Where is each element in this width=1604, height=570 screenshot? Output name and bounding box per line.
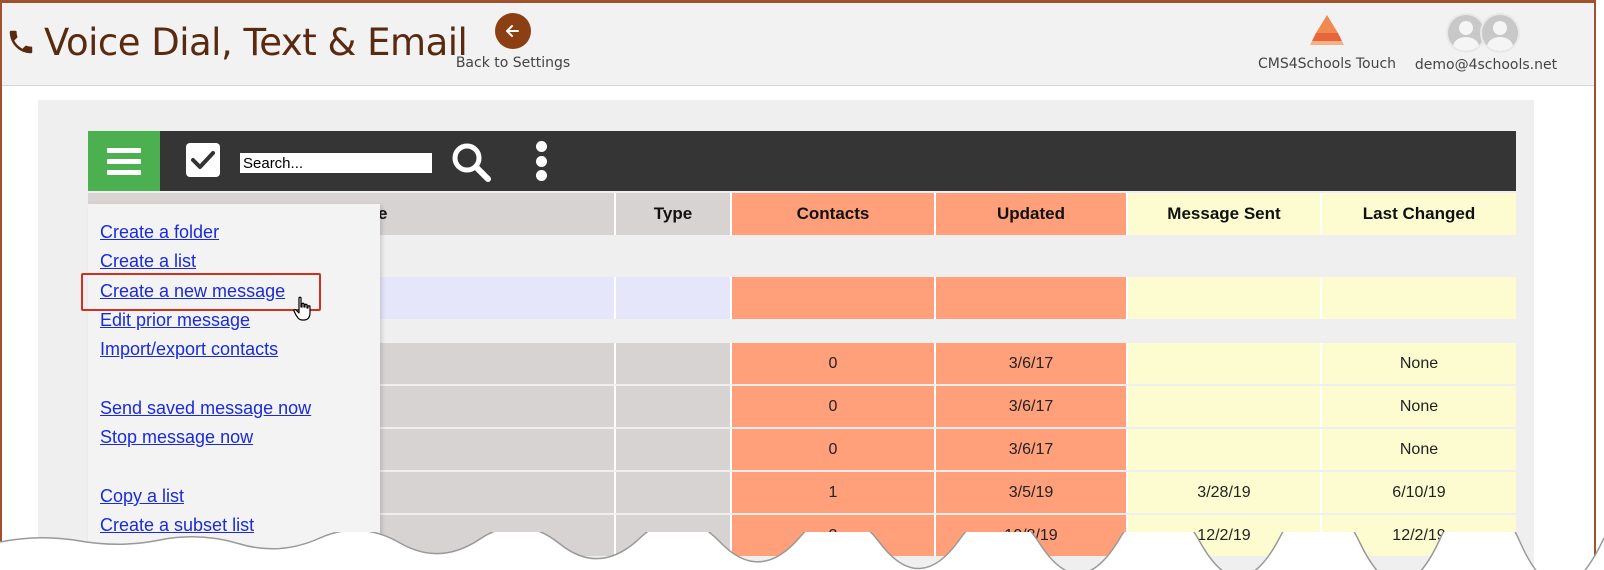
hamburger-icon-bar	[107, 169, 141, 175]
table-row-contacts[interactable]: 0	[732, 386, 936, 427]
table-row-contacts[interactable]: 1	[732, 472, 936, 513]
hamburger-icon	[107, 147, 141, 153]
hamburger-menu-button[interactable]	[88, 131, 160, 191]
table-row-sent[interactable]: 3/28/19	[1128, 472, 1322, 513]
cms4schools-logo-icon[interactable]	[1308, 13, 1346, 47]
title-area: Voice Dial, Text & Email	[6, 17, 468, 67]
table-row-type[interactable]	[616, 386, 732, 427]
table-row-changed[interactable]: 6/10/19	[1322, 472, 1516, 513]
menu-item-send-saved-message-now[interactable]: Send saved message now	[100, 398, 311, 419]
app-name[interactable]: CMS4Schools Touch	[1252, 56, 1402, 72]
table-row-type[interactable]	[616, 343, 732, 384]
table-row-selected-changed[interactable]	[1322, 277, 1516, 319]
table-row-type[interactable]	[616, 472, 732, 513]
menu-item-stop-message-now[interactable]: Stop message now	[100, 427, 253, 448]
actions-dropdown-menu: Create a folder Create a list Create a n…	[88, 204, 380, 570]
table-row-selected-contacts[interactable]	[732, 277, 936, 319]
table-row-selected-type[interactable]	[616, 277, 732, 319]
select-all-checkbox[interactable]	[186, 143, 220, 177]
avatar[interactable]	[1480, 13, 1520, 53]
arrow-left-icon[interactable]	[495, 13, 531, 49]
user-email[interactable]: demo@4schools.net	[1406, 57, 1566, 73]
column-header-message-sent[interactable]: Message Sent	[1128, 193, 1322, 235]
column-header-contacts[interactable]: Contacts	[732, 193, 936, 235]
column-header-type[interactable]: Type	[616, 193, 732, 235]
magnifier-icon[interactable]	[448, 139, 494, 185]
table-row-updated[interactable]: 3/6/17	[936, 343, 1128, 384]
phone-icon	[9, 30, 33, 54]
list-toolbar	[88, 131, 1516, 191]
table-row-updated[interactable]: 3/6/17	[936, 386, 1128, 427]
highlight-box	[81, 273, 321, 311]
hand-cursor-icon	[293, 296, 311, 321]
table-row-changed[interactable]: None	[1322, 386, 1516, 427]
app-switcher[interactable]: CMS4Schools Touch	[1252, 13, 1402, 72]
hamburger-icon-bar	[107, 158, 141, 164]
search-input[interactable]	[240, 153, 432, 173]
kebab-dot	[535, 155, 547, 167]
user-avatars-icon[interactable]	[1406, 13, 1566, 53]
torn-edge	[0, 532, 1604, 570]
back-to-settings-label[interactable]: Back to Settings	[454, 55, 572, 71]
page-title: Voice Dial, Text & Email	[44, 20, 468, 64]
table-row-updated[interactable]: 3/5/19	[936, 472, 1128, 513]
menu-item-copy-list[interactable]: Copy a list	[100, 486, 184, 507]
column-header-last-changed[interactable]: Last Changed	[1322, 193, 1516, 235]
kebab-dot	[535, 141, 547, 152]
table-row-sent[interactable]	[1128, 429, 1322, 470]
table-row-selected-sent[interactable]	[1128, 277, 1322, 319]
kebab-dot	[535, 170, 547, 181]
back-to-settings-button[interactable]: Back to Settings	[454, 13, 572, 71]
checkbox-icon[interactable]	[190, 149, 216, 171]
column-header-updated[interactable]: Updated	[936, 193, 1128, 235]
table-row-contacts[interactable]: 0	[732, 429, 936, 470]
table-row-selected-updated[interactable]	[936, 277, 1128, 319]
table-row-sent[interactable]	[1128, 386, 1322, 427]
menu-item-create-list[interactable]: Create a list	[100, 251, 196, 272]
menu-item-edit-prior-message[interactable]: Edit prior message	[100, 310, 250, 331]
table-row-changed[interactable]: None	[1322, 343, 1516, 384]
menu-item-create-folder[interactable]: Create a folder	[100, 222, 219, 243]
table-row-sent[interactable]	[1128, 343, 1322, 384]
table-row-contacts[interactable]: 0	[732, 343, 936, 384]
page-header: Voice Dial, Text & Email Back to Setting…	[2, 3, 1594, 86]
table-row-updated[interactable]: 3/6/17	[936, 429, 1128, 470]
menu-item-import-export-contacts[interactable]: Import/export contacts	[100, 339, 278, 360]
table-row-changed[interactable]: None	[1322, 429, 1516, 470]
table-row-type[interactable]	[616, 429, 732, 470]
user-menu[interactable]: demo@4schools.net	[1406, 13, 1566, 73]
kebab-menu-icon[interactable]	[534, 141, 548, 181]
